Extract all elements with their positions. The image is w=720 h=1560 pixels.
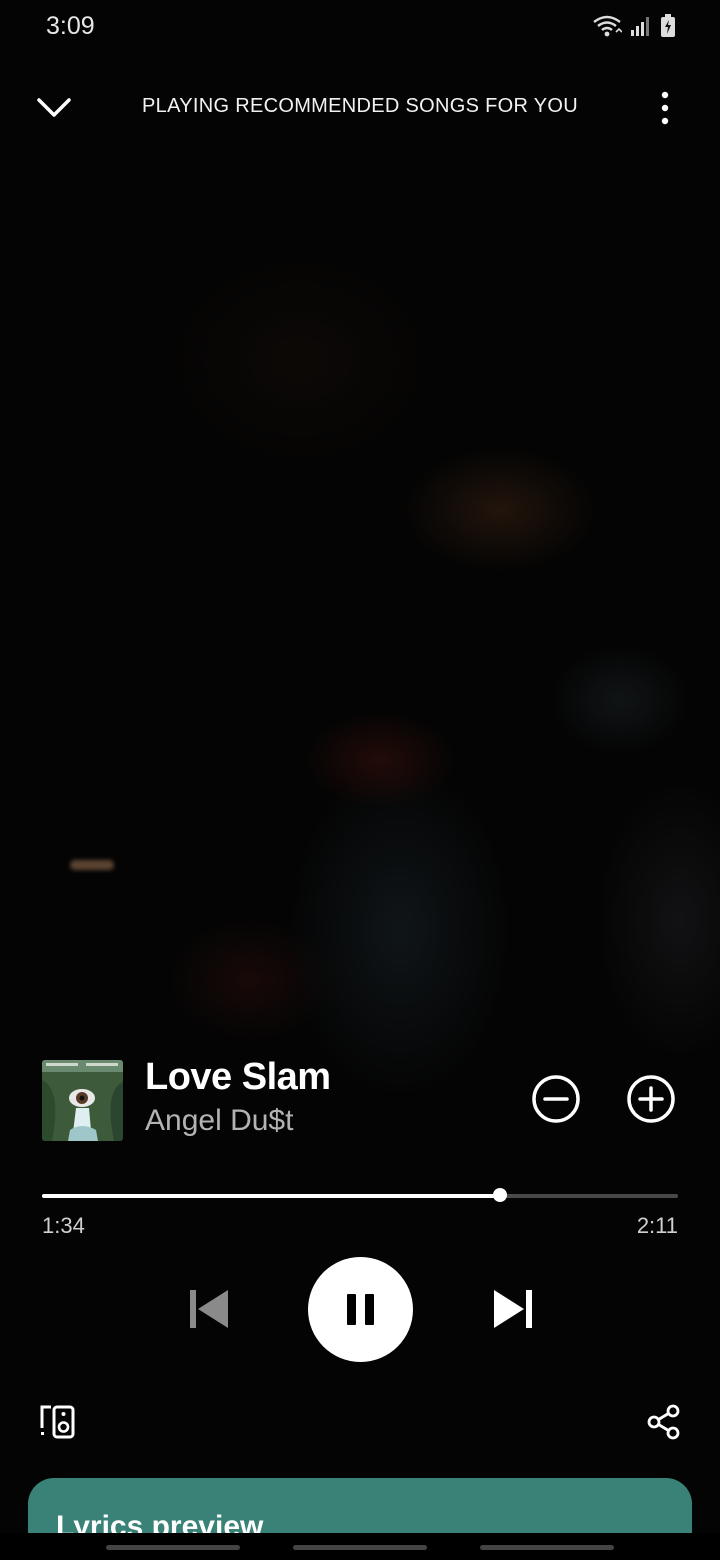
chevron-down-icon xyxy=(37,98,71,117)
playing-context-title: PLAYING RECOMMENDED SONGS FOR YOU xyxy=(142,95,578,117)
system-navigation-bar xyxy=(0,1533,720,1560)
share-icon xyxy=(647,1404,680,1440)
album-cover-art xyxy=(42,1060,123,1141)
share-button[interactable] xyxy=(646,1402,682,1442)
signal-icon xyxy=(630,15,652,37)
devices-icon xyxy=(40,1405,75,1439)
nav-home-handle[interactable] xyxy=(293,1545,427,1550)
album-cover[interactable] xyxy=(42,1060,123,1141)
more-vertical-icon xyxy=(661,91,669,125)
remove-circle-icon xyxy=(532,1075,580,1123)
progress-thumb[interactable] xyxy=(492,1188,507,1202)
status-time: 3:09 xyxy=(46,12,95,40)
previous-button[interactable] xyxy=(186,1286,232,1332)
connect-devices-button[interactable] xyxy=(38,1402,78,1442)
pause-button[interactable] xyxy=(308,1257,413,1362)
now-playing-screen: 3:09 PLAYING RECOMMENDED SONGS FOR YOU L… xyxy=(0,0,720,1560)
battery-charging-icon xyxy=(660,14,676,38)
more-options-button[interactable] xyxy=(650,88,680,128)
add-circle-icon xyxy=(627,1075,675,1123)
track-artist[interactable]: Angel Du$t xyxy=(145,1104,293,1138)
background-light xyxy=(70,860,114,870)
progress-fill xyxy=(42,1194,500,1198)
next-button[interactable] xyxy=(490,1286,536,1332)
add-button[interactable] xyxy=(626,1074,676,1124)
collapse-button[interactable] xyxy=(34,88,74,128)
nav-back-handle[interactable] xyxy=(480,1545,614,1550)
status-icons xyxy=(592,14,676,38)
remove-button[interactable] xyxy=(531,1074,581,1124)
wifi-icon xyxy=(592,14,622,38)
track-title[interactable]: Love Slam xyxy=(145,1056,331,1099)
status-bar: 3:09 xyxy=(0,0,720,56)
skip-previous-icon xyxy=(190,1290,228,1328)
pause-icon xyxy=(347,1294,374,1325)
skip-next-icon xyxy=(494,1290,532,1328)
progress-bar[interactable] xyxy=(42,1188,678,1202)
nav-recents-handle[interactable] xyxy=(106,1545,240,1550)
track-duration: 2:11 xyxy=(636,1213,678,1238)
elapsed-time: 1:34 xyxy=(42,1213,85,1238)
